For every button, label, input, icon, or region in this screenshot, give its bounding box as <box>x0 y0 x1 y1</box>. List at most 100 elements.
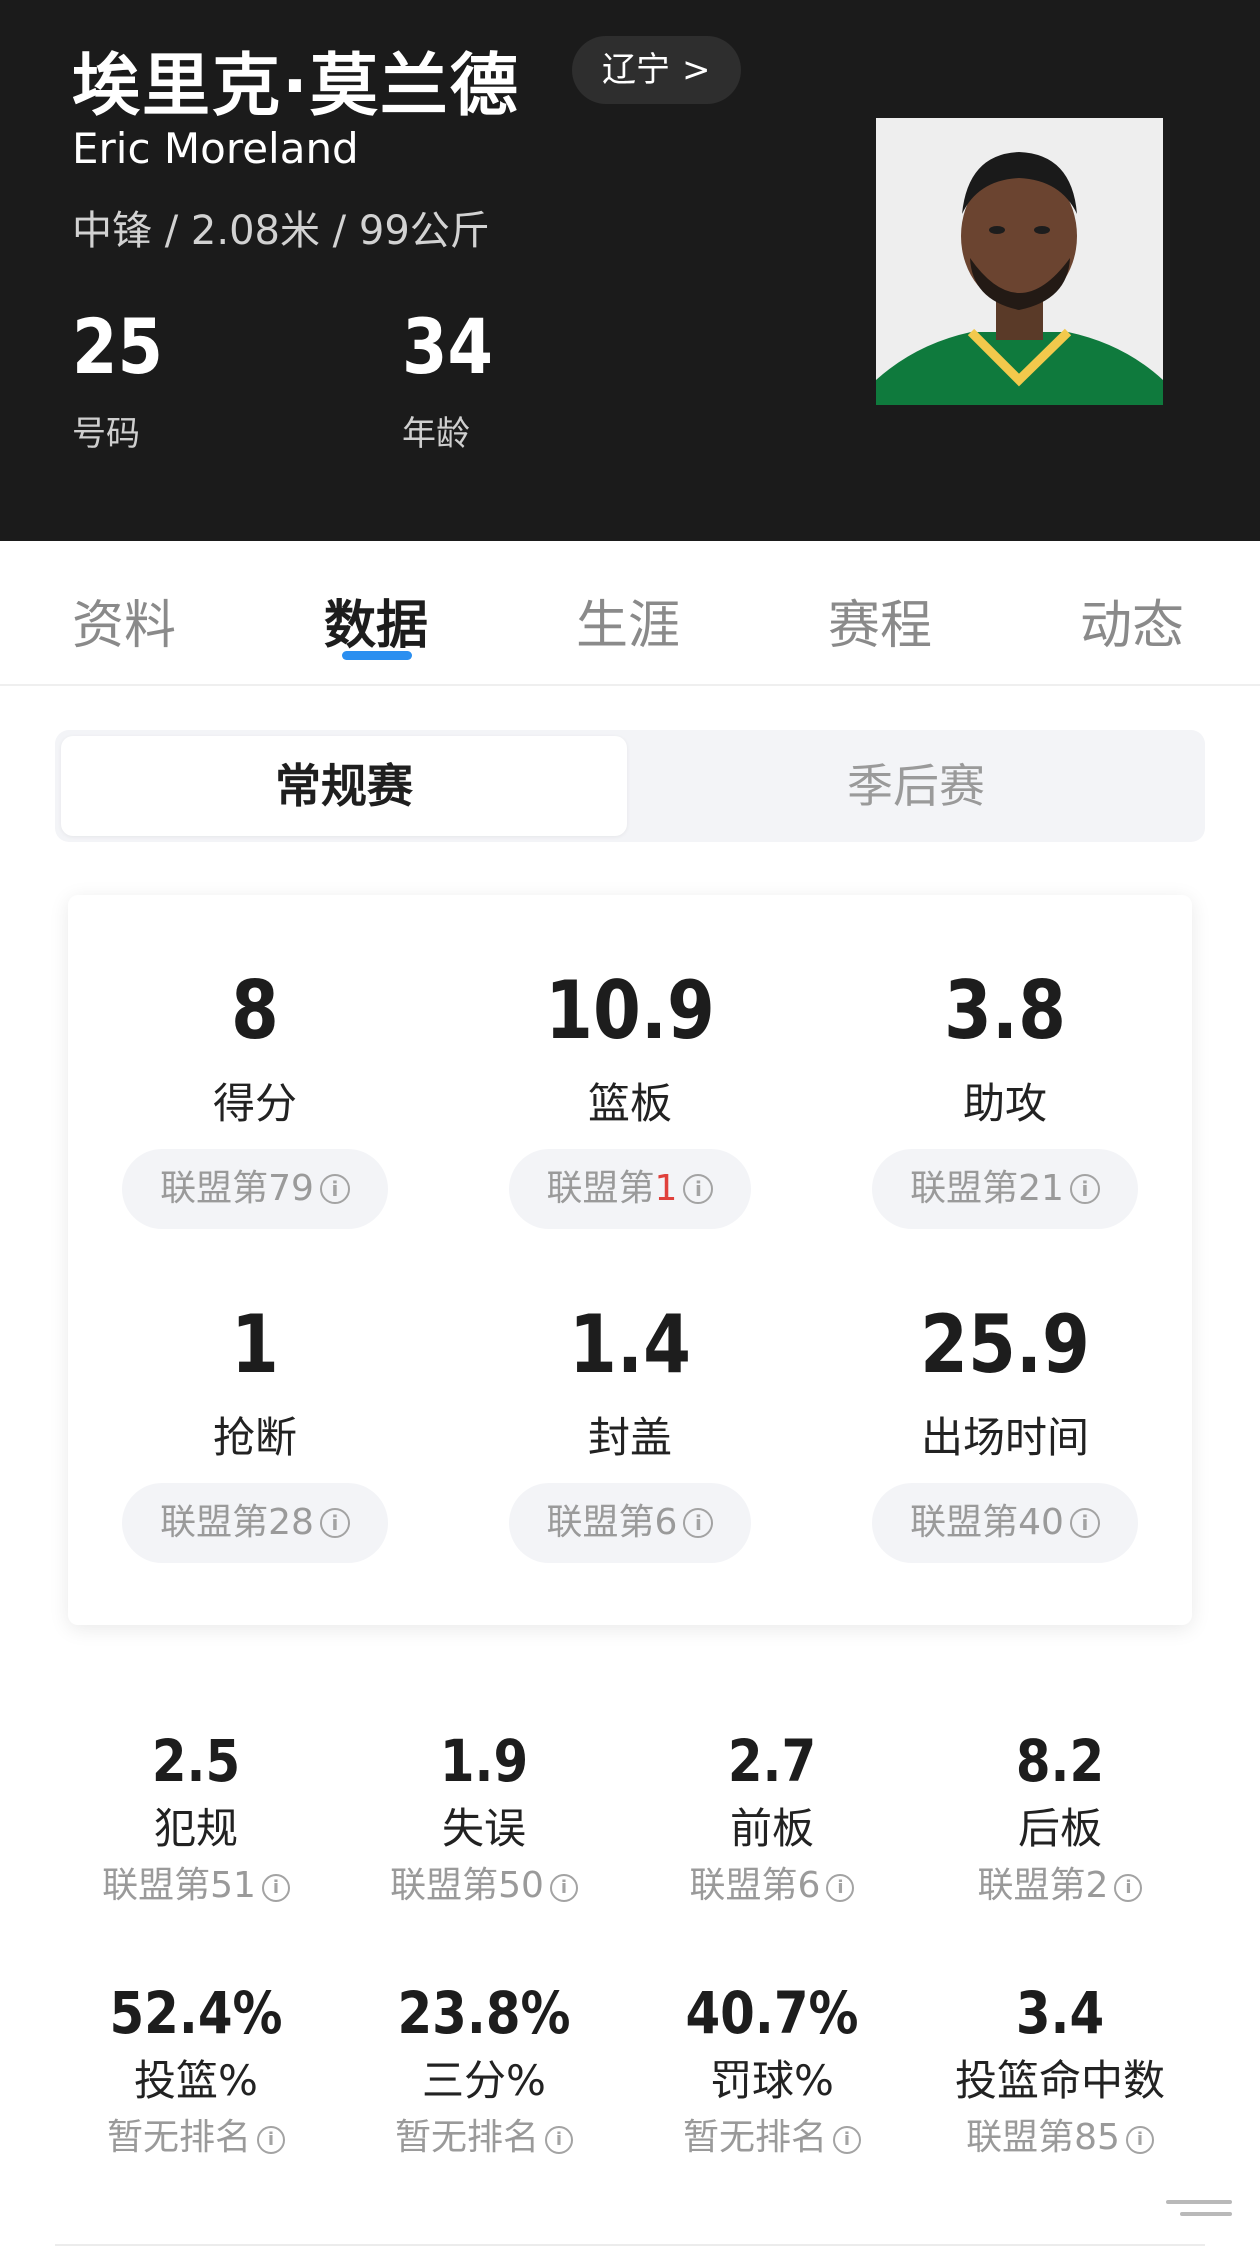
league-rank-button[interactable]: 联盟第28 i <box>122 1483 388 1563</box>
league-rank-link[interactable]: 暂无排名 i <box>628 2116 916 2160</box>
stat-value: 25.9 <box>920 1298 1090 1391</box>
rank-text: 联盟第2 <box>977 1865 1109 1906</box>
stat-ft-pct: 40.7% 罚球% 暂无排名 i <box>628 1980 916 2160</box>
league-rank-link[interactable]: 联盟第85 i <box>916 2116 1204 2160</box>
player-meta: 中锋 / 2.08米 / 99公斤 <box>72 208 490 254</box>
stat-label: 失误 <box>441 1804 526 1853</box>
player-header: 埃里克·莫兰德 辽宁 > Eric Moreland 中锋 / 2.08米 / 9… <box>0 0 1260 541</box>
age-value: 34 <box>402 302 493 391</box>
stat-value: 2.5 <box>151 1727 241 1795</box>
rank-text: 联盟第50 <box>390 1865 544 1906</box>
info-circle-icon: i <box>319 1174 350 1204</box>
player-name-en: Eric Moreland <box>72 124 359 173</box>
stat-label: 出场时间 <box>920 1413 1089 1462</box>
info-circle-icon: i <box>683 1174 714 1204</box>
stat-label: 罚球% <box>710 2056 834 2105</box>
stat-value: 52.4% <box>109 1979 283 2047</box>
stat-turnovers: 1.9 失误 联盟第50 i <box>340 1728 628 1908</box>
info-circle-icon: i <box>257 2126 285 2154</box>
info-circle-icon: i <box>319 1508 350 1538</box>
stat-fouls: 2.5 犯规 联盟第51 i <box>52 1728 340 1908</box>
playoffs-button[interactable]: 季后赛 <box>633 736 1199 836</box>
tab-news[interactable]: 动态 <box>1080 583 1184 658</box>
stat-fg-made: 3.4 投篮命中数 联盟第85 i <box>916 1980 1204 2160</box>
rank-text: 联盟第85 <box>966 2117 1120 2158</box>
stat-blocks: 1.4 封盖 联盟第6 i <box>443 1299 817 1563</box>
stat-rebounds: 10.9 篮板 联盟第1 i <box>443 965 817 1229</box>
stat-steals: 1 抢断 联盟第28 i <box>68 1299 442 1563</box>
active-tab-indicator <box>342 651 412 660</box>
stat-value: 23.8% <box>397 1979 571 2047</box>
info-circle-icon: i <box>549 1874 578 1902</box>
stat-label: 三分% <box>422 2056 546 2105</box>
stat-value: 3.8 <box>944 964 1066 1057</box>
league-rank-link[interactable]: 联盟第50 i <box>340 1864 628 1908</box>
stat-offensive-rebounds: 2.7 前板 联盟第6 i <box>628 1728 916 1908</box>
season-toggle: 常规赛 季后赛 <box>55 730 1205 842</box>
rank-prefix: 联盟第 <box>546 1168 655 1209</box>
tab-bar: 资料 数据 生涯 赛程 动态 <box>0 541 1260 686</box>
stat-3pt-pct: 23.8% 三分% 暂无排名 i <box>340 1980 628 2160</box>
rank-number: 40 <box>1018 1502 1064 1543</box>
stat-minutes: 25.9 出场时间 联盟第40 i <box>818 1299 1192 1563</box>
league-rank-link[interactable]: 联盟第2 i <box>916 1864 1204 1908</box>
stat-label: 前板 <box>729 1804 814 1853</box>
jersey-number: 25 <box>72 302 163 391</box>
rank-text: 暂无排名 <box>394 2117 539 2158</box>
rank-prefix: 联盟第 <box>910 1168 1019 1209</box>
info-circle-icon: i <box>545 2126 573 2154</box>
league-rank-link[interactable]: 暂无排名 i <box>52 2116 340 2160</box>
age-label: 年龄 <box>402 414 470 454</box>
rank-prefix: 联盟第 <box>910 1502 1019 1543</box>
team-label: 辽宁 <box>602 50 670 90</box>
stat-label: 后板 <box>1017 1804 1102 1853</box>
tab-stats[interactable]: 数据 <box>324 583 428 658</box>
info-circle-icon: i <box>1114 1874 1143 1902</box>
info-circle-icon: i <box>261 1874 290 1902</box>
info-circle-icon: i <box>833 2126 861 2154</box>
team-link[interactable]: 辽宁 > <box>572 36 741 104</box>
rank-text: 暂无排名 <box>682 2117 827 2158</box>
rank-text: 暂无排名 <box>106 2117 251 2158</box>
stat-value: 2.7 <box>727 1727 817 1795</box>
stat-value: 8.2 <box>1015 1727 1105 1795</box>
league-rank-button[interactable]: 联盟第6 i <box>508 1483 752 1563</box>
stat-points: 8 得分 联盟第79 i <box>68 965 442 1229</box>
league-rank-link[interactable]: 联盟第51 i <box>52 1864 340 1908</box>
chevron-right-icon: > <box>682 50 711 90</box>
rank-prefix: 联盟第 <box>546 1502 655 1543</box>
league-rank-button[interactable]: 联盟第79 i <box>122 1149 388 1229</box>
main-stats-card: 8 得分 联盟第79 i 10.9 篮板 联盟第1 i 3.8 助攻 联盟第21 i … <box>68 895 1192 1625</box>
tab-schedule[interactable]: 赛程 <box>828 583 932 658</box>
player-portrait-icon <box>876 118 1163 405</box>
league-rank-button[interactable]: 联盟第40 i <box>872 1483 1138 1563</box>
stat-label: 抢断 <box>212 1413 297 1462</box>
tab-career[interactable]: 生涯 <box>576 583 680 658</box>
tab-profile[interactable]: 资料 <box>72 583 176 658</box>
info-circle-icon: i <box>1125 2126 1154 2154</box>
info-circle-icon: i <box>1069 1508 1100 1538</box>
league-rank-button[interactable]: 联盟第1 i <box>508 1149 752 1229</box>
rank-prefix: 联盟第 <box>160 1502 269 1543</box>
rank-number: 28 <box>268 1502 314 1543</box>
stat-assists: 3.8 助攻 联盟第21 i <box>818 965 1192 1229</box>
stat-label: 投篮命中数 <box>954 2056 1165 2105</box>
player-name-cn: 埃里克·莫兰德 <box>72 47 520 126</box>
stat-value: 40.7% <box>685 1979 859 2047</box>
stat-value: 10.9 <box>545 964 715 1057</box>
rank-number: 79 <box>268 1168 314 1209</box>
league-rank-link[interactable]: 暂无排名 i <box>340 2116 628 2160</box>
stat-label: 得分 <box>212 1079 297 1128</box>
stat-label: 篮板 <box>587 1079 672 1128</box>
stat-label: 投篮% <box>134 2056 258 2105</box>
rank-text: 联盟第51 <box>102 1865 256 1906</box>
stat-label: 犯规 <box>153 1804 238 1853</box>
league-rank-button[interactable]: 联盟第21 i <box>872 1149 1138 1229</box>
rank-number: 6 <box>654 1502 678 1543</box>
stat-value: 1.9 <box>439 1727 529 1795</box>
league-rank-link[interactable]: 联盟第6 i <box>628 1864 916 1908</box>
rank-prefix: 联盟第 <box>160 1168 269 1209</box>
rank-number: 21 <box>1018 1168 1064 1209</box>
regular-season-button[interactable]: 常规赛 <box>61 736 627 836</box>
stat-value: 8 <box>231 964 279 1057</box>
